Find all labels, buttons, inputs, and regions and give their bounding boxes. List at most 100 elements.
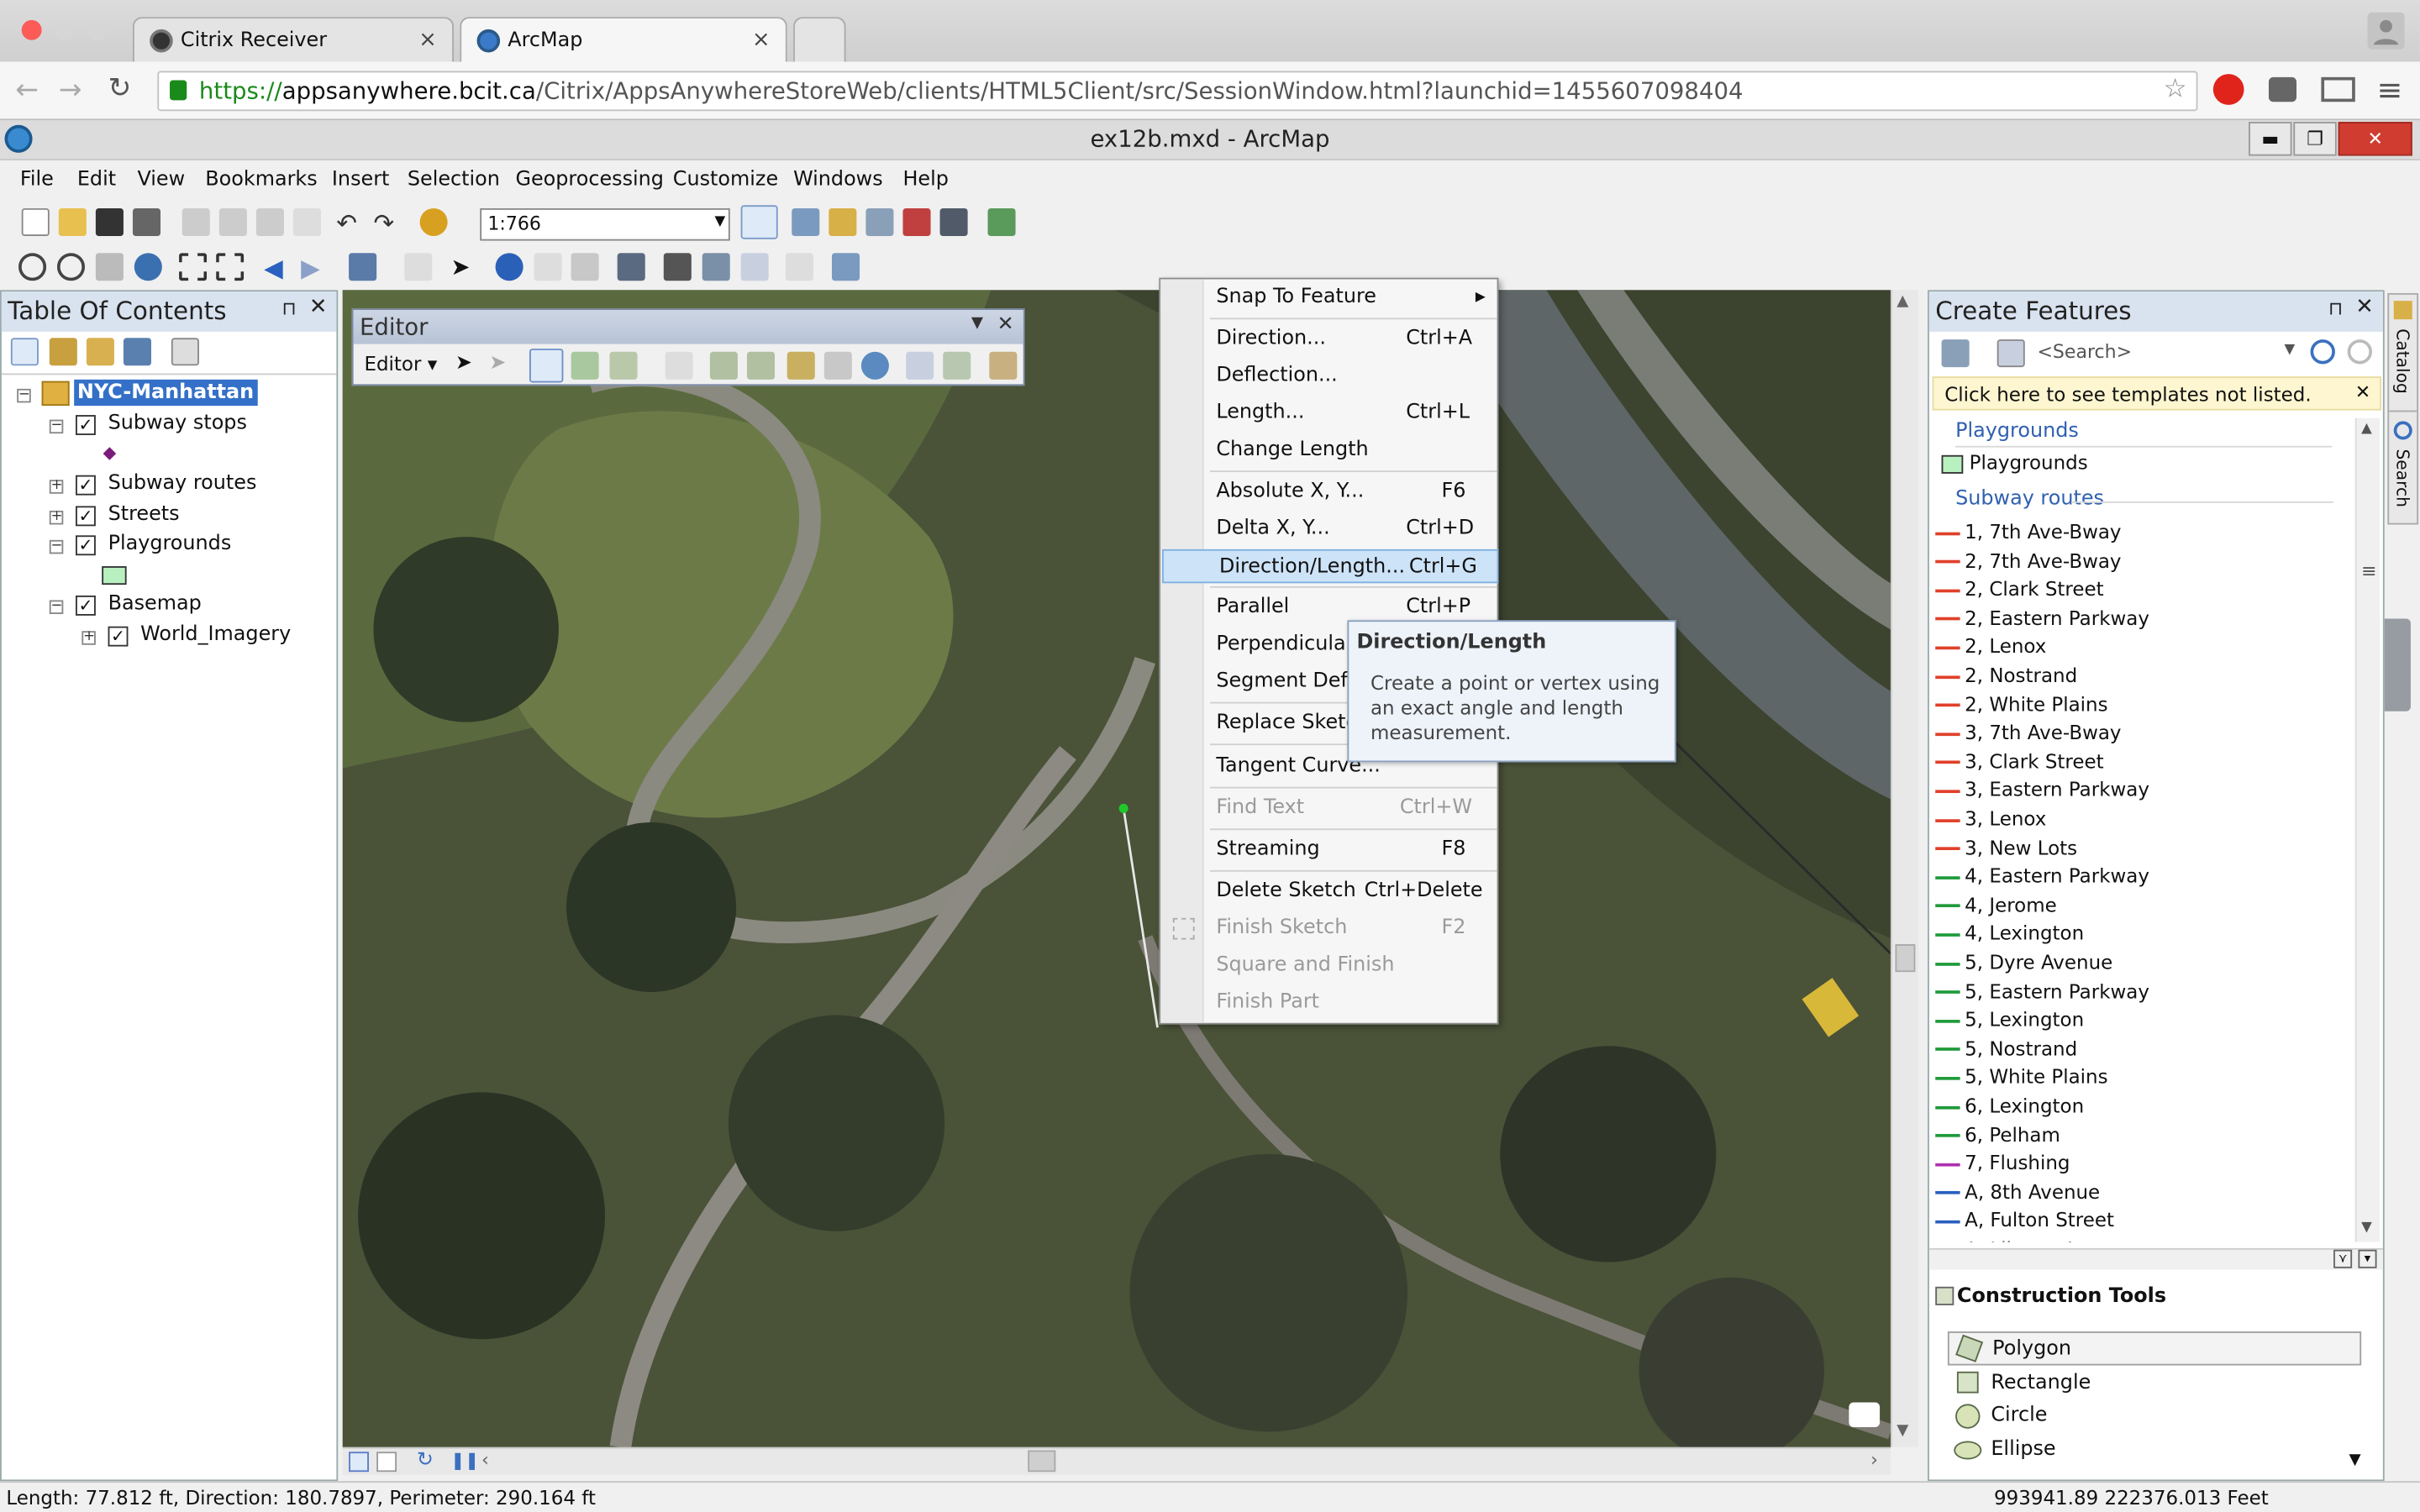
full-extent-icon[interactable] (134, 253, 162, 281)
scroll-grip-icon[interactable]: ≡ (2361, 560, 2376, 582)
menu-windows[interactable]: Windows (793, 168, 883, 192)
menu-bookmarks[interactable]: Bookmarks (205, 168, 317, 192)
extension-icon[interactable] (2212, 74, 2244, 105)
organize-templates-icon[interactable] (1941, 339, 1970, 368)
zoom-in-icon[interactable] (18, 253, 47, 281)
new-document-icon[interactable] (21, 207, 50, 237)
menu-help[interactable]: Help (902, 168, 948, 192)
template-subway-route[interactable]: 3, Clark Street (1935, 749, 2104, 773)
menu-insert[interactable]: Insert (332, 168, 390, 192)
scroll-right-icon[interactable]: › (1870, 1449, 1878, 1471)
map-scale-select[interactable]: 1:766 ▼ (480, 207, 730, 241)
search-icon[interactable] (2310, 339, 2335, 365)
toc-window-icon[interactable] (792, 207, 820, 237)
scroll-up-icon[interactable]: ▲ (2361, 421, 2372, 436)
go-to-xy-icon[interactable] (740, 253, 769, 281)
cut-icon[interactable] (182, 207, 210, 237)
pin-icon[interactable]: ⊓ (281, 297, 296, 319)
menu-view[interactable]: View (137, 168, 185, 192)
menu-item-direction[interactable]: Direction... Ctrl+A (1160, 323, 1497, 356)
back-icon[interactable]: ← (15, 74, 39, 107)
menu-item-direction-length[interactable]: Direction/Length... Ctrl+G (1162, 549, 1499, 584)
tab-close-icon[interactable]: × (752, 28, 771, 52)
layer-subway-stops[interactable]: Subway stops (108, 412, 247, 435)
cast-icon[interactable] (2321, 76, 2355, 102)
list-by-visibility-icon[interactable] (86, 338, 114, 366)
editor-menu-button[interactable]: Editor ▾ (364, 352, 437, 375)
template-subway-route[interactable]: 2, 7th Ave-Bway (1935, 549, 2122, 572)
template-subway-route[interactable]: 4, Jerome (1935, 893, 2057, 916)
close-icon[interactable]: ✕ (2355, 295, 2374, 319)
template-subway-route[interactable]: 2, Lenox (1935, 635, 2046, 658)
reshape-icon[interactable] (746, 351, 776, 380)
bookmark-star-icon[interactable]: ☆ (2164, 74, 2187, 105)
close-icon[interactable]: ✕ (997, 313, 1014, 337)
straight-segment-icon[interactable] (529, 349, 564, 383)
split-icon[interactable] (823, 351, 852, 380)
collapse-section-icon[interactable]: ⋎ (2333, 1249, 2353, 1268)
add-data-icon[interactable] (419, 207, 448, 237)
close-window-button[interactable] (21, 19, 42, 40)
options-icon[interactable] (171, 338, 199, 366)
list-by-drawing-order-icon[interactable] (10, 338, 39, 366)
list-by-selection-icon[interactable] (123, 338, 151, 366)
template-subway-route[interactable]: 2, White Plains (1935, 692, 2108, 715)
edit-annotation-icon[interactable]: ➤ (489, 352, 517, 380)
tool-ellipse[interactable]: Ellipse (1948, 1433, 2361, 1467)
tool-polygon[interactable]: Polygon (1947, 1331, 2362, 1366)
template-subway-route[interactable]: 3, Lenox (1935, 807, 2046, 830)
map-horizontal-scrollbar[interactable]: ↻ ❚❚ ‹ › (342, 1446, 1891, 1475)
minimize-window-button[interactable] (54, 19, 75, 40)
catalog-side-tab[interactable]: Catalog (2389, 295, 2417, 412)
template-subway-route[interactable]: 5, Dyre Avenue (1935, 950, 2112, 974)
menu-icon[interactable]: ≡ (2377, 71, 2403, 108)
menu-item-delete-sketch[interactable]: Delete Sketch Ctrl+Delete (1160, 874, 1497, 908)
scroll-up-icon[interactable]: ▲ (1897, 293, 1908, 310)
scroll-down-icon[interactable]: ▼ (1897, 1422, 1908, 1439)
layer-streets[interactable]: Streets (108, 503, 180, 527)
search-window-icon[interactable] (865, 207, 894, 237)
refresh-icon[interactable]: ↻ (417, 1449, 434, 1473)
layer-visibility-checkbox[interactable]: ✓ (75, 475, 96, 496)
arctoolbox-icon[interactable] (902, 207, 931, 237)
find-route-icon[interactable] (702, 253, 730, 281)
template-subway-route[interactable]: 1, 7th Ave-Bway (1935, 520, 2122, 543)
trace-icon[interactable] (609, 351, 638, 380)
back-extent-icon[interactable]: ◀ (264, 253, 292, 282)
menu-geoprocessing[interactable]: Geoprocessing (515, 168, 663, 192)
edit-vertices-icon[interactable] (709, 351, 738, 380)
clear-selection-icon[interactable] (404, 253, 433, 281)
modelbuilder-icon[interactable] (987, 207, 1016, 237)
tab-citrix-receiver[interactable]: Citrix Receiver × (132, 17, 454, 64)
layer-visibility-checkbox[interactable]: ✓ (75, 415, 96, 435)
forward-extent-icon[interactable]: ▶ (301, 253, 329, 282)
paste-icon[interactable] (255, 207, 284, 237)
fixed-zoom-in-icon[interactable] (179, 253, 208, 281)
tool-circle[interactable]: Circle (1948, 1399, 2361, 1433)
menu-item-change-length[interactable]: Change Length (1160, 433, 1497, 467)
identify-icon[interactable] (495, 253, 523, 281)
template-subway-route[interactable]: 2, Eastern Parkway (1935, 606, 2149, 629)
pan-icon[interactable] (95, 253, 124, 281)
templates-notice[interactable]: Click here to see templates not listed. … (1932, 376, 2382, 411)
tab-arcmap[interactable]: ArcMap × (460, 17, 787, 64)
template-properties-icon[interactable] (1996, 339, 2025, 368)
layer-subway-routes[interactable]: Subway routes (108, 472, 257, 496)
tab-close-icon[interactable]: × (418, 28, 437, 52)
zoom-out-icon[interactable] (56, 253, 86, 281)
python-window-icon[interactable] (939, 207, 968, 237)
undo-icon[interactable]: ↶ (336, 208, 364, 238)
html-popup-icon[interactable] (571, 253, 599, 281)
close-icon[interactable]: ✕ (309, 295, 328, 319)
profile-icon[interactable] (2367, 12, 2405, 50)
pin-icon[interactable]: ⊓ (2328, 297, 2343, 319)
redo-icon[interactable]: ↷ (373, 208, 401, 238)
menu-customize[interactable]: Customize (673, 168, 778, 192)
scroll-down-icon[interactable]: ▼ (2349, 1452, 2360, 1468)
collapse-icon[interactable]: − (49, 419, 64, 434)
tool-rectangle[interactable]: Rectangle (1948, 1367, 2361, 1400)
template-playgrounds[interactable]: Playgrounds (1941, 450, 2088, 474)
template-subway-route[interactable]: 2, Nostrand (1935, 664, 2077, 686)
template-subway-route[interactable]: A, Fulton Street (1935, 1209, 2114, 1231)
select-elements-icon[interactable]: ➤ (450, 253, 478, 281)
